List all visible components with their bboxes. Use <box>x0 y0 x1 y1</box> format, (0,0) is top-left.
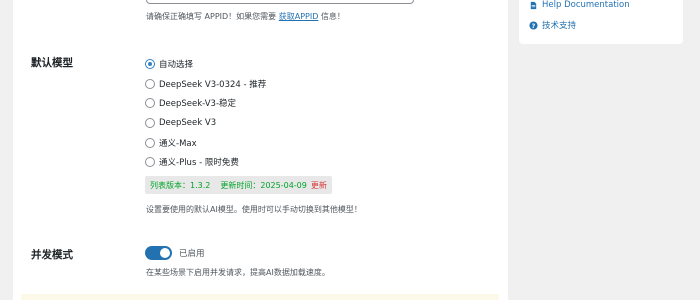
radio-icon[interactable] <box>145 118 155 128</box>
radio-icon[interactable] <box>145 157 155 167</box>
refresh-model-list-link[interactable]: 更新 <box>311 180 327 191</box>
model-option-label: 自动选择 <box>159 60 194 70</box>
get-appid-link[interactable]: 获取APPID <box>279 12 319 21</box>
model-option-deepseek-v3[interactable]: DeepSeek V3 <box>145 116 216 130</box>
appid-hint: 请确保正确填写 APPID！如果您需要 获取APPID 信息！ <box>146 11 345 22</box>
appid-input[interactable] <box>146 0 414 4</box>
appid-hint-suffix: 信息！ <box>320 12 345 21</box>
model-option-deepseek-v3-0324[interactable]: DeepSeek V3-0324 - 推荐 <box>145 77 266 91</box>
document-icon <box>530 1 537 9</box>
radio-icon[interactable] <box>145 138 155 148</box>
model-option-label: DeepSeek-V3-稳定 <box>159 99 237 109</box>
model-option-label: 通义-Max <box>159 139 197 149</box>
help-documentation-label: Help Documentation <box>542 0 630 10</box>
default-model-label: 默认模型 <box>31 57 73 69</box>
model-option-label: DeepSeek V3-0324 - 推荐 <box>159 80 267 90</box>
help-documentation-link[interactable]: Help Documentation <box>529 0 630 10</box>
model-option-auto[interactable]: 自动选择 <box>145 57 193 71</box>
model-option-label: 通义-Plus - 限时免费 <box>159 158 239 168</box>
concurrent-mode-toggle[interactable] <box>145 246 172 260</box>
list-version-text: 列表版本：1.3.2 <box>150 180 211 190</box>
appid-hint-text: 请确保正确填写 APPID！如果您需要 <box>146 12 277 21</box>
model-option-tongyi-plus[interactable]: 通义-Plus - 限时免费 <box>145 155 239 169</box>
svg-text:?: ? <box>532 22 536 29</box>
settings-panel <box>13 0 508 300</box>
tech-support-link[interactable]: ? 技术支持 <box>529 19 576 31</box>
radio-checked-icon[interactable] <box>145 59 155 69</box>
model-option-label: DeepSeek V3 <box>159 118 217 128</box>
model-list-version-badge: 列表版本：1.3.2 更新时间：2025-04-09 更新 <box>145 176 332 194</box>
model-option-deepseek-v3-stable[interactable]: DeepSeek-V3-稳定 <box>145 96 236 110</box>
update-time-text: 更新时间：2025-04-09 <box>220 180 307 190</box>
notice-bar <box>21 294 499 300</box>
concurrent-mode-hint: 在某些场景下启用并发请求，提高AI数据加载速度。 <box>146 268 330 277</box>
concurrent-mode-label: 并发模式 <box>31 249 73 261</box>
tech-support-label: 技术支持 <box>542 21 577 31</box>
default-model-hint: 设置要使用的默认AI模型。使用时可以手动切换到其他模型！ <box>146 205 362 214</box>
concurrent-mode-status: 已启用 <box>179 249 205 259</box>
help-circle-icon: ? <box>529 20 538 29</box>
model-option-tongyi-max[interactable]: 通义-Max <box>145 136 197 150</box>
radio-icon[interactable] <box>145 98 155 108</box>
radio-icon[interactable] <box>145 79 155 89</box>
